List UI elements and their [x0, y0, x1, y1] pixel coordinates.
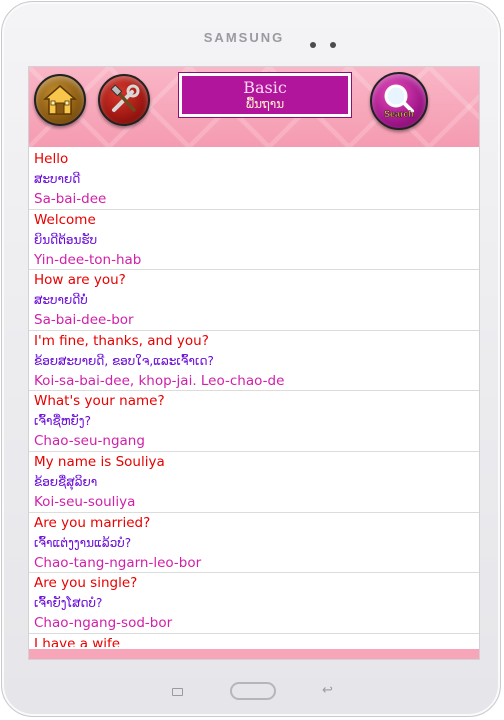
phrase-item[interactable]: My name is Souliya ຂ້ອຍຊື່ສຸລິຍາ Koi-seu-s… [29, 452, 479, 513]
phrase-lao: ຂ້ອຍສະບາຍດີ, ຂອບໃຈ,ແລະເຈົ້າເດ? [34, 353, 214, 368]
phrase-english: My name is Souliya [34, 453, 165, 470]
category-title: Basic ພື້ນຖານ [179, 73, 351, 117]
phrase-item[interactable]: Hello ສະບາຍດີ Sa-bai-dee [29, 149, 479, 210]
phrase-romanized: Sa-bai-dee-bor [34, 312, 134, 329]
phrase-list[interactable]: Hello ສະບາຍດີ Sa-bai-dee Welcome ຍິນດີຕ້ອນຮັ… [29, 149, 479, 647]
back-key[interactable]: ↩ [322, 683, 333, 698]
tablet-frame: SAMSUNG Basic ພື້ນຖານ Search Hello ສະບາຍ… [1, 1, 501, 717]
phrase-english: Hello [34, 151, 69, 167]
phrase-english: Welcome [34, 211, 96, 228]
phrase-item[interactable]: Welcome ຍິນດີຕ້ອນຮັບ Yin-dee-ton-hab [29, 210, 479, 271]
phrase-item[interactable]: I'm fine, thanks, and you? ຂ້ອຍສະບາຍດີ, ຂ… [29, 331, 479, 392]
category-title-english: Basic [243, 78, 287, 97]
home-button[interactable] [34, 74, 86, 126]
hardware-nav-keys: ↩ [2, 682, 502, 702]
search-button[interactable]: Search [370, 72, 428, 130]
phrase-english: I'm fine, thanks, and you? [34, 332, 209, 349]
recent-apps-key[interactable] [172, 688, 183, 696]
phrase-lao: ຍິນດີຕ້ອນຮັບ [34, 232, 98, 247]
phrase-english: Are you single? [34, 575, 138, 592]
phrase-lao: ເຈົ້າແຕ່ງງານແລ້ວບໍ? [34, 535, 132, 550]
app-screen: Basic ພື້ນຖານ Search Hello ສະບາຍດີ Sa-bai-… [28, 66, 480, 660]
phrase-romanized: Chao-ngang-sod-bor [34, 615, 173, 632]
phrase-romanized: Sa-bai-dee [34, 191, 107, 207]
search-label: Search [384, 109, 414, 119]
phrase-lao: ສະບາຍດີບໍ່ [34, 293, 88, 308]
settings-tools-button[interactable] [98, 74, 150, 126]
phrase-english: What's your name? [34, 393, 165, 410]
phrase-lao: ສະບາຍດີ [34, 172, 81, 186]
phrase-lao: ເຈົ້າຍັງໂສດບໍ? [34, 596, 103, 611]
app-header: Basic ພື້ນຖານ Search [29, 67, 479, 147]
phrase-item[interactable]: What's your name? ເຈົ້າຊື່ຫຍັງ? Chao-seu-n… [29, 391, 479, 452]
tools-icon [110, 84, 140, 112]
magnifier-icon: Search [384, 84, 414, 119]
phrase-english: I have a wife [34, 635, 121, 647]
phrase-romanized: Chao-tang-ngarn-leo-bor [34, 554, 202, 571]
phrase-item[interactable]: Are you single? ເຈົ້າຍັງໂສດບໍ? Chao-ngang-… [29, 573, 479, 634]
phrase-item[interactable]: How are you? ສະບາຍດີບໍ່ Sa-bai-dee-bor [29, 270, 479, 331]
phrase-english: How are you? [34, 272, 126, 289]
phrase-lao: ຂ້ອຍຊື່ສຸລິຍາ [34, 474, 98, 489]
phrase-item[interactable]: I have a wife [29, 634, 479, 647]
phrase-romanized: Yin-dee-ton-hab [34, 251, 142, 268]
phrase-romanized: Koi-sa-bai-dee, khop-jai. Leo-chao-de [34, 372, 285, 389]
bottom-bar [29, 649, 479, 659]
home-key[interactable] [230, 682, 276, 700]
light-sensor [330, 42, 336, 48]
phrase-lao: ເຈົ້າຊື່ຫຍັງ? [34, 414, 91, 429]
phrase-english: Are you married? [34, 514, 151, 531]
category-title-lao: ພື້ນຖານ [245, 97, 285, 111]
phrase-romanized: Koi-seu-souliya [34, 493, 136, 510]
phrase-romanized: Chao-seu-ngang [34, 433, 145, 450]
device-brand: SAMSUNG [203, 30, 285, 45]
house-icon [42, 85, 78, 115]
front-camera [310, 42, 316, 48]
phrase-item[interactable]: Are you married? ເຈົ້າແຕ່ງງານແລ້ວບໍ? Chao-… [29, 513, 479, 574]
